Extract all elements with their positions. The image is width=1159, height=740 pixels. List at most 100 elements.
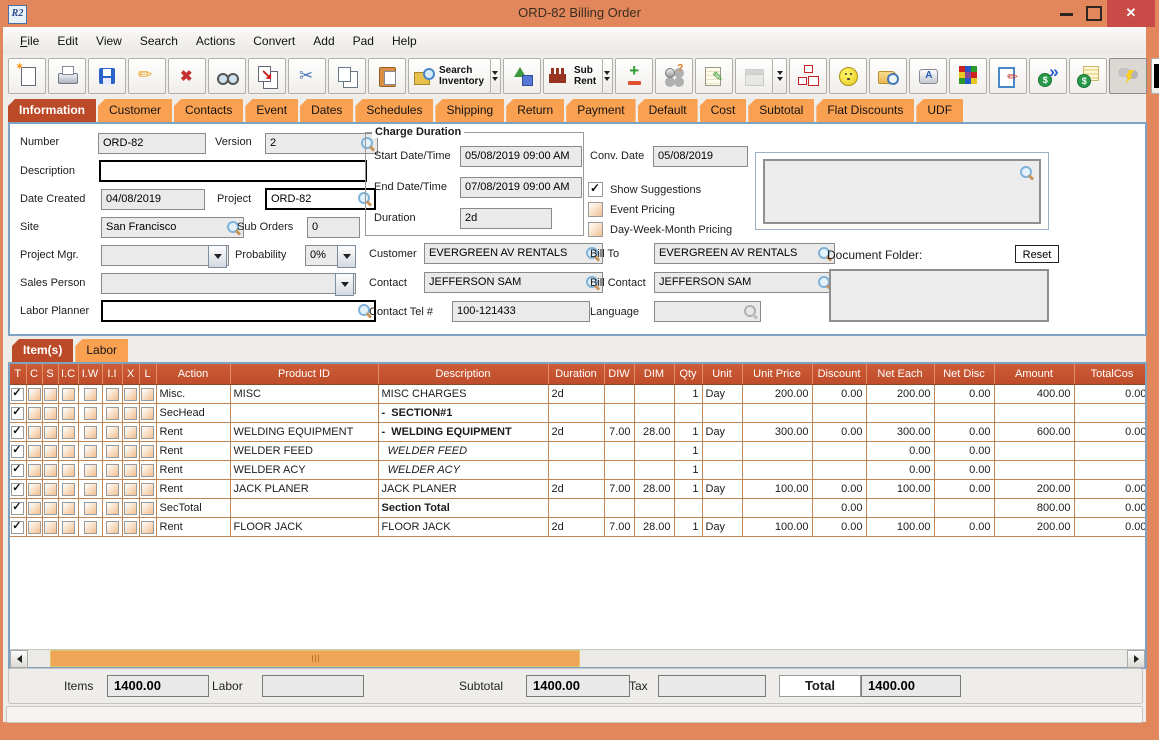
cell-amount[interactable] bbox=[994, 403, 1075, 423]
tab-flat-discounts[interactable]: Flat Discounts bbox=[816, 99, 915, 122]
row-checkbox-icon[interactable] bbox=[27, 482, 41, 496]
cell-dim[interactable] bbox=[634, 460, 675, 480]
tab-schedules[interactable]: Schedules bbox=[355, 99, 434, 122]
cell-net-disc[interactable]: 0.00 bbox=[934, 422, 995, 442]
row-checkbox-icon[interactable] bbox=[27, 444, 41, 458]
row-checkbox-icon[interactable] bbox=[124, 387, 137, 401]
cubes-button[interactable] bbox=[949, 58, 988, 94]
row-checkbox-icon[interactable] bbox=[83, 482, 97, 496]
bill-contact-field[interactable]: JEFFERSON SAM bbox=[654, 272, 835, 293]
cell-total-cost[interactable] bbox=[1074, 460, 1145, 480]
checkbox-icon[interactable] bbox=[588, 202, 603, 217]
dollar-notes-button[interactable] bbox=[1069, 58, 1108, 94]
row-checkbox-icon[interactable] bbox=[105, 520, 119, 534]
document-folder-area[interactable] bbox=[829, 269, 1049, 322]
cell-check[interactable] bbox=[102, 403, 123, 423]
cell-discount[interactable] bbox=[812, 403, 867, 423]
cell-unit[interactable] bbox=[702, 441, 743, 461]
cell-diw[interactable]: 7.00 bbox=[604, 517, 635, 537]
tab-subtotal[interactable]: Subtotal bbox=[748, 99, 815, 122]
cell-diw[interactable] bbox=[604, 441, 635, 461]
bill-to-field[interactable]: EVERGREEN AV RENTALS bbox=[654, 243, 835, 264]
cell-check[interactable] bbox=[78, 422, 103, 442]
cell-total-cost[interactable]: 0.00 bbox=[1074, 517, 1145, 537]
menu-convert[interactable]: Convert bbox=[244, 34, 304, 48]
row-checkbox-icon[interactable] bbox=[105, 425, 119, 439]
row-checkbox-icon[interactable] bbox=[11, 386, 25, 401]
menu-file[interactable]: File bbox=[11, 34, 48, 48]
row-checkbox-icon[interactable] bbox=[43, 387, 57, 401]
project-field[interactable]: ORD-82 bbox=[265, 188, 376, 210]
cell-net-each[interactable]: 100.00 bbox=[866, 479, 935, 499]
cell-check[interactable] bbox=[78, 384, 103, 404]
menu-actions[interactable]: Actions bbox=[187, 34, 244, 48]
print-button[interactable] bbox=[48, 58, 86, 94]
row-checkbox-icon[interactable] bbox=[124, 463, 137, 477]
cell-unit[interactable]: Day bbox=[702, 422, 743, 442]
cell-dim[interactable] bbox=[634, 441, 675, 461]
row-checkbox-icon[interactable] bbox=[105, 406, 119, 420]
cell-net-disc[interactable] bbox=[934, 403, 995, 423]
column-header-product-id[interactable]: Product ID bbox=[230, 364, 379, 385]
cell-total-cost[interactable] bbox=[1074, 403, 1145, 423]
cell-unit-price[interactable] bbox=[742, 498, 813, 518]
cell-product-id[interactable]: JACK PLANER bbox=[230, 479, 379, 499]
cell-net-disc[interactable]: 0.00 bbox=[934, 441, 995, 461]
row-checkbox-icon[interactable] bbox=[105, 444, 119, 458]
row-checkbox-icon[interactable] bbox=[141, 463, 154, 477]
sap-button[interactable]: SAP bbox=[1151, 58, 1159, 94]
row-checkbox-icon[interactable] bbox=[11, 405, 25, 420]
cell-total-cost[interactable] bbox=[1074, 441, 1145, 461]
cell-duration[interactable] bbox=[548, 403, 605, 423]
cell-description[interactable]: FLOOR JACK bbox=[378, 517, 549, 537]
cell-product-id[interactable] bbox=[230, 498, 379, 518]
row-checkbox-icon[interactable] bbox=[27, 406, 41, 420]
cell-check[interactable] bbox=[58, 517, 79, 537]
site-field[interactable]: San Francisco bbox=[101, 217, 244, 238]
row-checkbox-icon[interactable] bbox=[83, 387, 97, 401]
table-row[interactable]: SecHead - SECTION#1 bbox=[10, 403, 1145, 423]
add-remove-button[interactable] bbox=[615, 58, 654, 94]
cell-check[interactable] bbox=[10, 460, 27, 480]
column-header-totalcos[interactable]: TotalCos bbox=[1074, 364, 1145, 385]
column-header-x[interactable]: X bbox=[122, 364, 140, 385]
column-header-t[interactable]: T bbox=[10, 364, 27, 385]
tab-customer[interactable]: Customer bbox=[98, 99, 173, 122]
tab-return[interactable]: Return bbox=[506, 99, 565, 122]
cell-diw[interactable] bbox=[604, 498, 635, 518]
minimize-button[interactable] bbox=[1060, 13, 1073, 16]
cell-check[interactable] bbox=[26, 441, 43, 461]
row-checkbox-icon[interactable] bbox=[141, 520, 154, 534]
cell-check[interactable] bbox=[139, 384, 157, 404]
calendar-button[interactable] bbox=[735, 58, 774, 94]
row-checkbox-icon[interactable] bbox=[61, 425, 75, 439]
row-checkbox-icon[interactable] bbox=[43, 463, 57, 477]
lightning-button[interactable] bbox=[1109, 58, 1148, 94]
row-checkbox-icon[interactable] bbox=[61, 406, 75, 420]
cell-description[interactable]: MISC CHARGES bbox=[378, 384, 549, 404]
row-checkbox-icon[interactable] bbox=[124, 444, 137, 458]
row-checkbox-icon[interactable] bbox=[27, 387, 41, 401]
availability-button[interactable] bbox=[655, 58, 694, 94]
tab-udf[interactable]: UDF bbox=[916, 99, 964, 122]
cell-check[interactable] bbox=[10, 384, 27, 404]
row-checkbox-icon[interactable] bbox=[27, 463, 41, 477]
row-checkbox-icon[interactable] bbox=[43, 425, 57, 439]
row-checkbox-icon[interactable] bbox=[124, 406, 137, 420]
cell-check[interactable] bbox=[42, 403, 59, 423]
cell-action[interactable]: SecHead bbox=[156, 403, 231, 423]
cell-check[interactable] bbox=[42, 422, 59, 442]
tab-cost[interactable]: Cost bbox=[699, 99, 747, 122]
cell-check[interactable] bbox=[58, 403, 79, 423]
column-header-c[interactable]: C bbox=[26, 364, 43, 385]
option-event-pricing[interactable]: Event Pricing bbox=[588, 202, 675, 217]
row-checkbox-icon[interactable] bbox=[27, 501, 41, 515]
scrollbar-thumb[interactable] bbox=[50, 650, 580, 667]
cell-check[interactable] bbox=[78, 441, 103, 461]
edit-pencil-button[interactable] bbox=[128, 58, 166, 94]
column-header-discount[interactable]: Discount bbox=[812, 364, 867, 385]
cell-check[interactable] bbox=[10, 422, 27, 442]
cell-check[interactable] bbox=[42, 460, 59, 480]
row-checkbox-icon[interactable] bbox=[83, 406, 97, 420]
cell-check[interactable] bbox=[26, 517, 43, 537]
